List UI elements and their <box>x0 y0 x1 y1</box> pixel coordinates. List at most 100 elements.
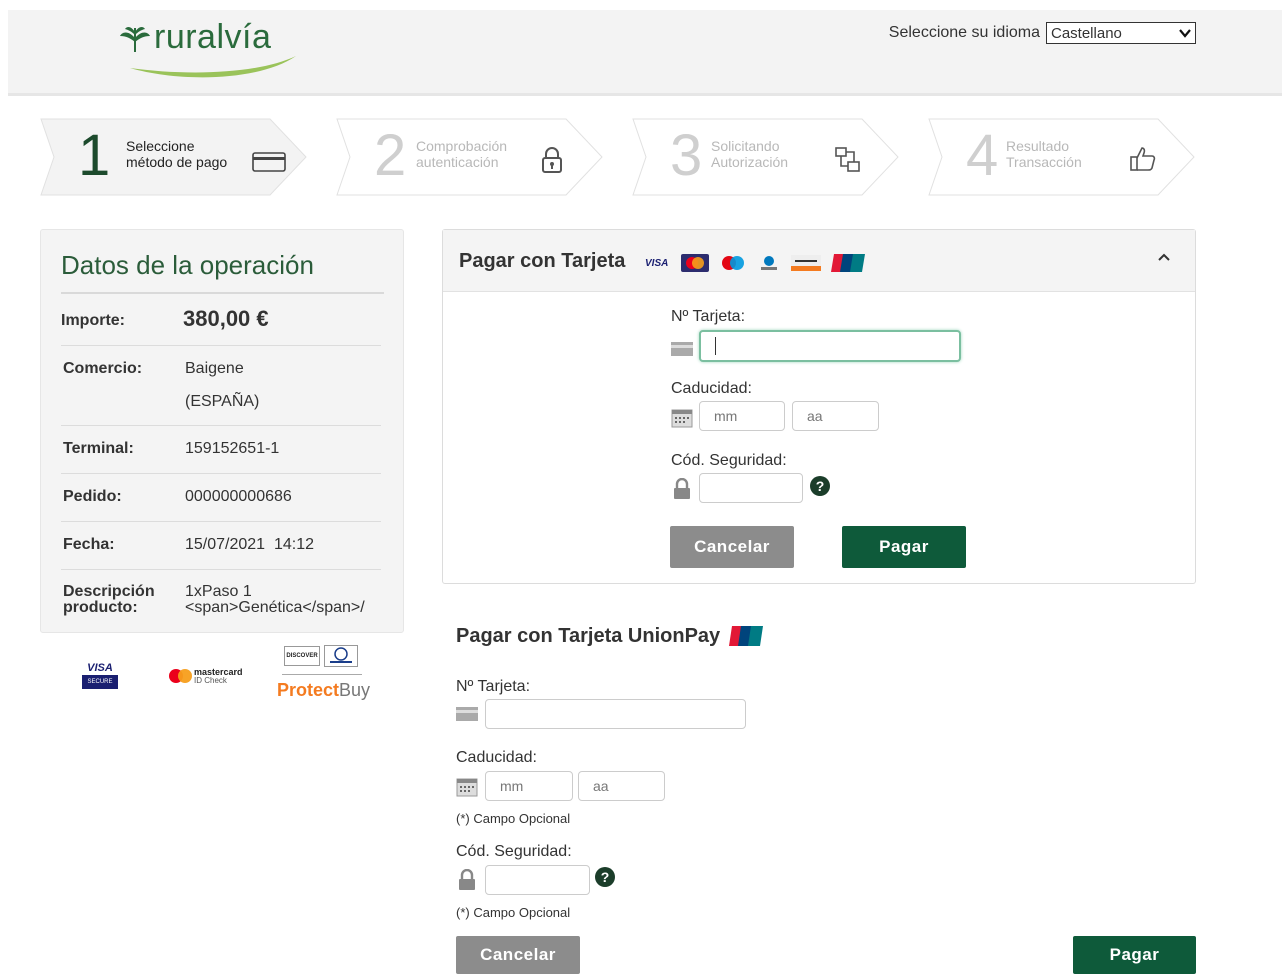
unionpay-cvv-label: Cód. Seguridad: <box>456 843 572 860</box>
year-placeholder: aa <box>807 408 823 424</box>
unionpay-title: Pagar con Tarjeta UnionPay <box>456 625 721 647</box>
operation-data-panel: Datos de la operación Importe: 380,00 € … <box>40 229 404 633</box>
chevron-down-icon <box>1179 29 1191 38</box>
step-text: Resultado Transacción <box>1006 138 1082 170</box>
buy-text: Buy <box>339 680 371 700</box>
expiry-year-input[interactable]: aa <box>792 401 879 431</box>
ruralvia-logo[interactable]: ruralvía <box>112 18 302 82</box>
visa-icon: VISA <box>645 257 669 269</box>
cvv-input[interactable] <box>699 473 803 503</box>
protect-text: Protect <box>277 680 340 700</box>
step-number: 3 <box>670 123 703 188</box>
step-number: 2 <box>374 123 407 188</box>
card-panel-title: Pagar con Tarjeta <box>459 250 626 272</box>
descripcion-label-1: Descripción <box>63 583 155 600</box>
terminal-label: Terminal: <box>63 440 134 457</box>
card-number-input[interactable] <box>699 330 961 362</box>
unionpay-expiry-month-input[interactable]: mm <box>485 771 573 801</box>
comercio-value: Baigene <box>185 360 244 377</box>
step-4: 4 Resultado Transacción <box>928 118 1196 196</box>
discover-icon <box>791 255 821 271</box>
security-logos: VISA SECURE mastercard ID Check DISCOVER… <box>40 640 404 710</box>
step-3: 3 Solicitando Autorización <box>632 118 900 196</box>
operation-title: Datos de la operación <box>61 250 314 280</box>
header: ruralvía Seleccione su idioma Castellano <box>8 10 1282 96</box>
descripcion-value-1: 1xPaso 1 <box>185 583 252 600</box>
language-selected-value: Castellano <box>1051 24 1122 42</box>
step-line-2: Transacción <box>1006 154 1082 170</box>
unionpay-expiry-year-input[interactable]: aa <box>578 771 665 801</box>
discover-protectbuy-logo: DISCOVER ProtectBuy <box>276 642 370 708</box>
cancel-button[interactable]: Cancelar <box>670 526 794 568</box>
protectbuy-divider <box>282 674 362 675</box>
diners-club-icon <box>324 645 358 667</box>
step-text: Comprobación autenticación <box>416 138 507 170</box>
row-descripcion: Descripción producto: 1xPaso 1 <span>Gen… <box>61 570 381 622</box>
lock-icon <box>542 147 562 173</box>
expiry-month-input[interactable]: mm <box>699 401 785 431</box>
unionpay-pay-button[interactable]: Pagar <box>1073 936 1196 974</box>
card-payment-panel: Pagar con Tarjeta VISA Nº Tarjeta: Caduc… <box>442 229 1196 584</box>
optional-note: (*) Campo Opcional <box>456 905 571 920</box>
step-line-1: Seleccione <box>126 138 195 154</box>
descripcion-value-2: <span>Genética</span>/ <box>185 599 365 616</box>
step-number: 4 <box>966 123 999 188</box>
network-icon <box>835 147 860 172</box>
step-text: Solicitando Autorización <box>711 138 788 170</box>
credit-card-icon <box>252 152 286 172</box>
unionpay-cvv-input[interactable] <box>485 865 590 895</box>
text-caret <box>715 337 716 355</box>
descripcion-label-2: producto: <box>63 599 138 616</box>
month-placeholder: mm <box>500 778 524 794</box>
pay-button[interactable]: Pagar <box>842 526 966 568</box>
unionpay-card-number-input[interactable] <box>485 699 746 729</box>
discover-text: DISCOVER <box>284 646 320 666</box>
card-panel-header[interactable]: Pagar con Tarjeta VISA <box>443 230 1195 292</box>
importe-label: Importe: <box>61 312 125 329</box>
pedido-label: Pedido: <box>63 488 122 505</box>
chevron-up-icon[interactable] <box>1157 252 1171 262</box>
step-number: 1 <box>78 123 111 188</box>
fecha-label: Fecha: <box>63 536 115 553</box>
language-selector: Seleccione su idioma Castellano <box>889 22 1196 44</box>
language-label: Seleccione su idioma <box>888 24 1040 41</box>
mastercard-id-check-logo: mastercard ID Check <box>168 666 258 688</box>
step-2: 2 Comprobación autenticación <box>336 118 604 196</box>
thumbs-up-icon <box>1130 147 1156 171</box>
mastercard-circles <box>169 669 192 683</box>
logo-swoosh <box>130 56 296 78</box>
step-line-2: autenticación <box>416 154 499 170</box>
row-pedido: Pedido: 000000000686 <box>61 474 381 522</box>
unionpay-expiry-label: Caducidad: <box>456 749 537 766</box>
step-text: Seleccione método de pago <box>126 138 227 170</box>
row-fecha: Fecha: 15/07/2021 14:12 <box>61 522 381 570</box>
row-comercio: Comercio: Baigene (ESPAÑA) <box>61 346 381 426</box>
visa-secure-text: SECURE <box>82 675 118 689</box>
maestro-icon <box>722 256 744 270</box>
language-select[interactable]: Castellano <box>1046 22 1196 44</box>
payment-steps: 1 Seleccione método de pago 2 Comprobaci… <box>40 118 1200 196</box>
unionpay-logo-icon <box>729 626 763 646</box>
importe-value: 380,00 € <box>183 306 269 331</box>
step-line-1: Resultado <box>1006 138 1070 154</box>
help-icon[interactable]: ? <box>810 476 830 496</box>
visa-text: VISA <box>87 662 113 674</box>
visa-secure-logo: VISA SECURE <box>82 662 118 694</box>
fecha-value: 15/07/2021 14:12 <box>185 536 315 553</box>
step-1: 1 Seleccione método de pago <box>40 118 308 196</box>
comercio-label: Comercio: <box>63 360 143 377</box>
unionpay-icon <box>831 254 865 272</box>
row-terminal: Terminal: 159152651-1 <box>61 426 381 474</box>
unionpay-cancel-button[interactable]: Cancelar <box>456 936 580 974</box>
cvv-label: Cód. Seguridad: <box>671 452 787 469</box>
month-placeholder: mm <box>714 408 738 424</box>
help-icon[interactable]: ? <box>595 867 615 887</box>
pedido-value: 000000000686 <box>185 488 292 505</box>
year-placeholder: aa <box>593 778 609 794</box>
title-divider <box>61 292 384 294</box>
padlock-icon <box>459 869 475 890</box>
card-number-label: Nº Tarjeta: <box>671 308 746 325</box>
row-importe: Importe: 380,00 € <box>61 296 381 346</box>
id-check-text: ID Check <box>194 676 227 685</box>
protectbuy-text: ProtectBuy <box>277 680 370 701</box>
